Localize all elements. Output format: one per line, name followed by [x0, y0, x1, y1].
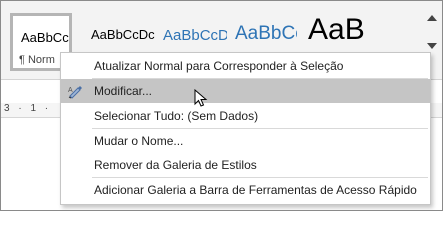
- ruler-numbers: 3 · 1 ·: [4, 103, 52, 114]
- scroll-down-icon[interactable]: [427, 43, 437, 49]
- menu-item-label: Atualizar Normal para Corresponder à Sel…: [94, 59, 344, 73]
- menu-item-label: Remover da Galeria de Estilos: [94, 158, 257, 172]
- style-preview: AaBbCcDc: [21, 30, 69, 45]
- menu-item-label: Selecionar Tudo: (Sem Dados): [94, 109, 259, 123]
- menu-item-add-to-quick-access[interactable]: Adicionar Galeria a Barra de Ferramentas…: [61, 178, 430, 202]
- menu-item-select-all[interactable]: Selecionar Tudo: (Sem Dados): [61, 104, 430, 128]
- menu-item-rename[interactable]: Mudar o Nome...: [61, 129, 430, 153]
- menu-item-modify[interactable]: A Modificar...: [61, 79, 430, 103]
- word-window: AaBbCcDc ¶ Norm AaBbCcDc AaBbCcD AaBbCc …: [0, 0, 443, 211]
- menu-item-update-normal[interactable]: Atualizar Normal para Corresponder à Sel…: [61, 54, 430, 78]
- scroll-up-icon[interactable]: [427, 15, 437, 21]
- menu-item-label: Adicionar Galeria a Barra de Ferramentas…: [94, 183, 417, 197]
- svg-text:A: A: [68, 87, 73, 94]
- style-preview: AaBbCc: [235, 23, 297, 44]
- style-preview: AaBbCcD: [163, 27, 227, 44]
- style-preview: AaB: [308, 13, 365, 46]
- mouse-pointer-icon: [194, 88, 210, 109]
- style-preview: AaBbCcDc: [91, 27, 155, 42]
- menu-item-label: Modificar...: [94, 84, 153, 98]
- style-label: ¶ Norm: [19, 54, 55, 66]
- styles-context-menu: Atualizar Normal para Corresponder à Sel…: [60, 52, 431, 205]
- menu-item-label: Mudar o Nome...: [94, 134, 184, 148]
- menu-item-remove-from-gallery[interactable]: Remover da Galeria de Estilos: [61, 153, 430, 177]
- pen-style-icon: A: [67, 83, 85, 99]
